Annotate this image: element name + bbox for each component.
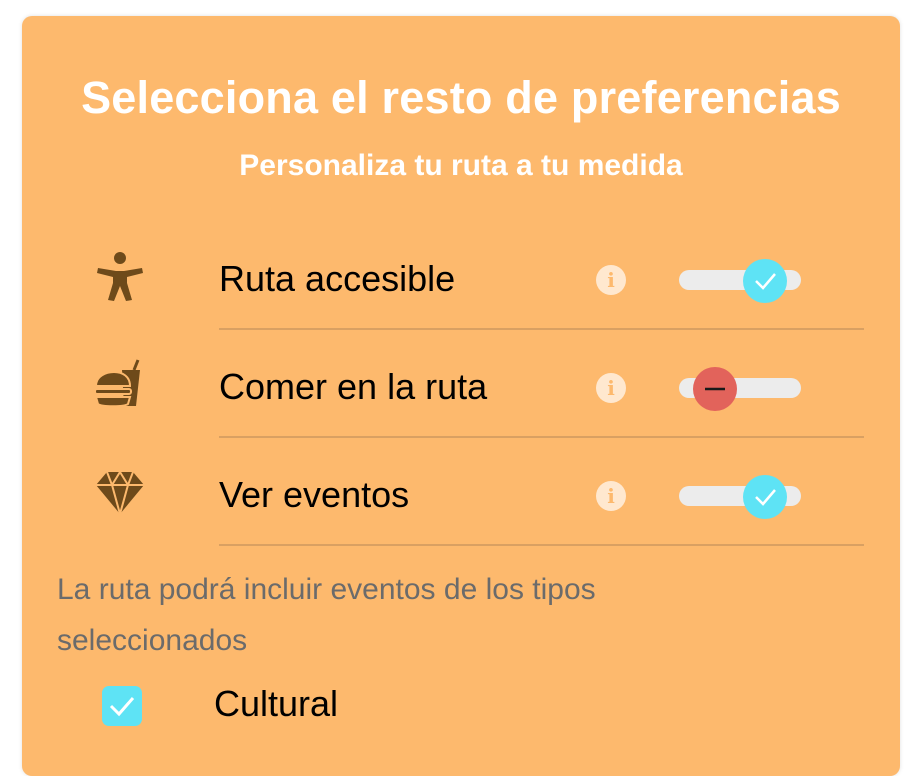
preference-label: Ver eventos	[219, 474, 410, 515]
preference-row-accessible: Ruta accesible i	[22, 222, 900, 330]
burger-drink-icon	[94, 359, 140, 408]
check-icon	[109, 697, 135, 717]
preference-row-events: Ver eventos i	[22, 438, 900, 546]
info-icon[interactable]: i	[596, 265, 626, 295]
preferences-card: Selecciona el resto de preferencias Pers…	[22, 16, 900, 776]
checkbox-label[interactable]: Cultural	[214, 683, 338, 725]
preference-label: Comer en la ruta	[219, 366, 488, 407]
preference-row-eat: Comer en la ruta i	[22, 330, 900, 438]
preference-label: Ruta accesible	[219, 258, 456, 299]
cultural-checkbox[interactable]	[102, 686, 142, 726]
info-icon[interactable]: i	[596, 373, 626, 403]
diamond-icon	[96, 470, 144, 518]
events-note: La ruta podrá incluir eventos de los tip…	[57, 573, 596, 657]
info-icon[interactable]: i	[596, 481, 626, 511]
check-icon	[755, 489, 776, 506]
check-icon	[755, 273, 776, 290]
divider	[219, 544, 864, 546]
accessibility-person-icon	[97, 252, 143, 301]
toggle-off-knob[interactable]	[693, 367, 737, 411]
page-subtitle: Personaliza tu ruta a tu medida	[239, 149, 683, 182]
toggle-on-knob[interactable]	[743, 259, 787, 303]
minus-icon	[705, 387, 725, 391]
page-title: Selecciona el resto de preferencias	[81, 72, 841, 123]
toggle-on-knob[interactable]	[743, 475, 787, 519]
